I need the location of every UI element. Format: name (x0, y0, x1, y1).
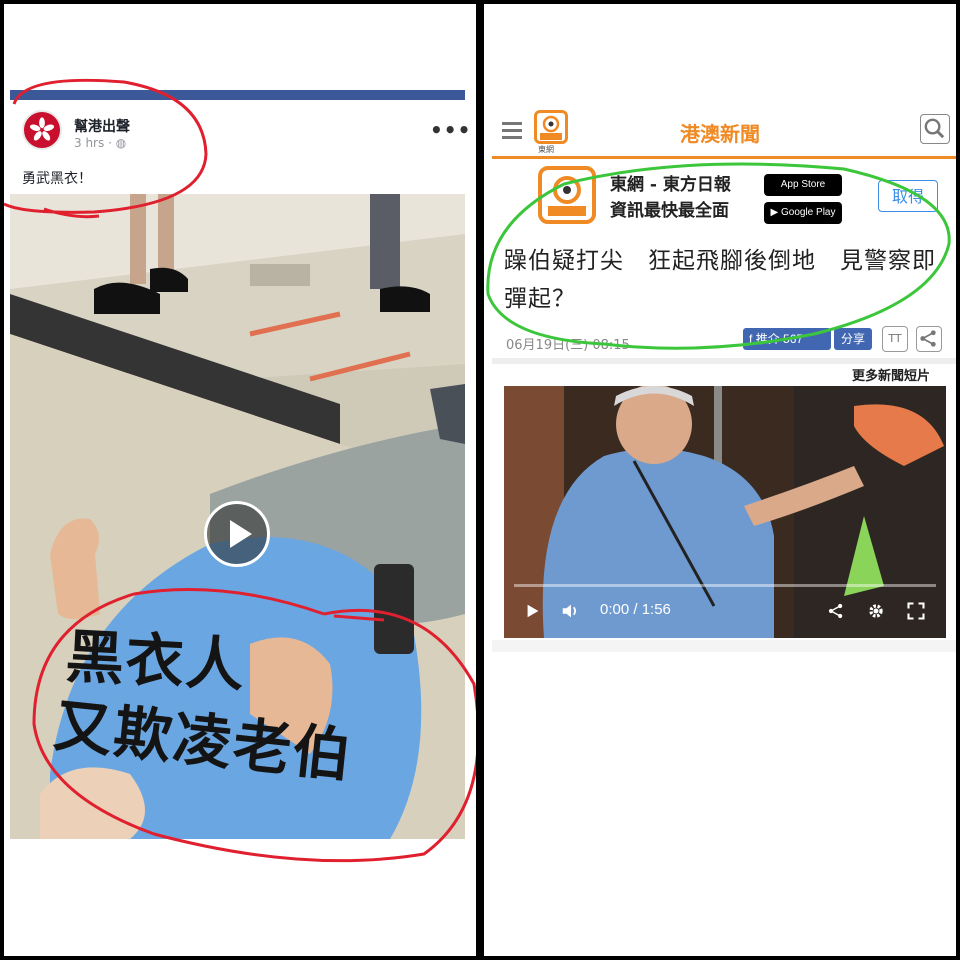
play-store-icon: ▶ (770, 207, 779, 218)
google-play-badge[interactable]: ▶ Google Play (764, 202, 842, 224)
share-icon-button[interactable] (916, 326, 942, 352)
menu-icon[interactable] (502, 122, 522, 139)
news-site-header: 東網 港澳新聞 (492, 104, 956, 159)
video-settings-button[interactable] (866, 596, 886, 626)
logo-subtitle: 東網 (538, 145, 554, 154)
banner-subtitle: 資訊最快最全面 (610, 201, 729, 221)
play-icon (527, 604, 539, 618)
more-news-videos-link[interactable]: 更多新聞短片 (852, 365, 930, 384)
news-video-player[interactable]: 0:00 / 1:56 (504, 386, 946, 638)
separator-dot: · (108, 136, 116, 150)
facebook-like-button[interactable]: f 推介 567 (743, 328, 831, 350)
post-time[interactable]: 3 hrs (74, 136, 104, 150)
app-logo (538, 166, 596, 224)
facebook-post-panel: 幫港出聲 3 hrs · ◍ ••• 勇武黑衣！ 黑衣人 又欺凌老伯 (4, 4, 476, 956)
share-button[interactable]: 分享 (834, 328, 872, 350)
app-store-label: App Store (780, 179, 826, 190)
section-title: 港澳新聞 (680, 122, 760, 146)
fullscreen-icon (907, 602, 925, 620)
app-store-badge[interactable]: App Store (764, 174, 842, 196)
google-play-label: Google Play (781, 207, 836, 218)
post-meta: 3 hrs · ◍ (74, 136, 126, 150)
get-app-button[interactable]: 取得 (878, 180, 938, 212)
globe-icon: ◍ (115, 136, 127, 150)
article-date: 06月19日(三) 08:15 (506, 338, 630, 353)
play-button[interactable] (204, 501, 270, 567)
video-play-button[interactable] (524, 596, 542, 626)
video-share-button[interactable] (826, 596, 846, 626)
video-time-display: 0:00 / 1:56 (600, 601, 671, 618)
like-count: 567 (783, 332, 804, 346)
volume-icon (562, 604, 577, 618)
fullscreen-button[interactable] (906, 596, 926, 626)
play-icon (230, 520, 252, 548)
share-icon (828, 603, 843, 619)
volume-button[interactable] (560, 596, 582, 626)
oncc-logo[interactable] (534, 110, 568, 144)
video-progress-bar[interactable] (514, 584, 936, 587)
post-video-thumbnail[interactable]: 黑衣人 又欺凌老伯 (10, 194, 465, 839)
bauhinia-flag-icon (25, 113, 59, 147)
search-icon (924, 118, 945, 139)
page-footer-strip (492, 640, 956, 652)
banner-title: 東網 - 東方日報 (610, 175, 731, 195)
like-label: 推介 (755, 332, 780, 346)
news-article-panel: 東網 港澳新聞 東網 - 東方日報 資訊最快最全面 App Store ▶ Go… (484, 4, 956, 956)
gear-icon (869, 604, 883, 618)
section-divider (492, 358, 956, 364)
post-text: 勇武黑衣！ (22, 171, 92, 187)
page-avatar[interactable] (22, 110, 62, 150)
facebook-icon: f (749, 332, 753, 346)
page-name[interactable]: 幫港出聲 (74, 116, 130, 136)
search-button[interactable] (920, 114, 950, 144)
app-promo-banner: 東網 - 東方日報 資訊最快最全面 App Store ▶ Google Pla… (492, 160, 956, 230)
share-icon (920, 330, 936, 347)
article-headline: 躁伯疑打尖 狂起飛腳後倒地 見警察即彈起？ (504, 248, 936, 312)
oncc-logo-icon (540, 115, 562, 140)
oncc-app-icon (548, 176, 586, 216)
more-options-icon[interactable]: ••• (430, 118, 471, 142)
font-size-button[interactable]: TT (882, 326, 908, 352)
facebook-top-bar (10, 90, 465, 100)
